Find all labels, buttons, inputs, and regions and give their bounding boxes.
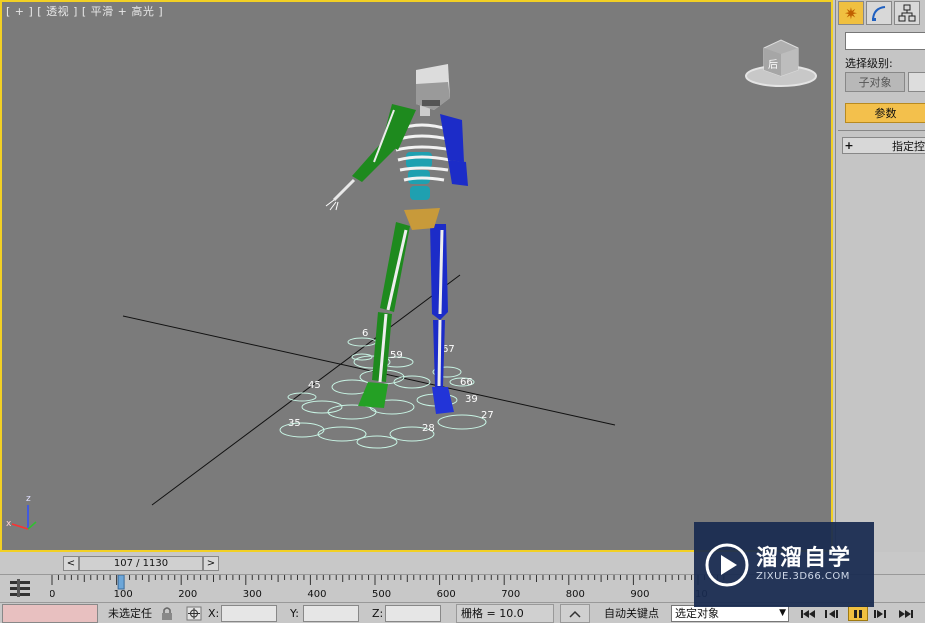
goto-start-button[interactable] <box>798 606 818 621</box>
ruler-tick-label: 500 <box>372 589 391 600</box>
watermark: 溜溜自学 ZIXUE.3D66.COM <box>694 522 874 607</box>
prev-frame-button[interactable] <box>822 606 842 621</box>
axis-tripod: z x <box>6 494 37 530</box>
panel-divider <box>838 130 925 131</box>
prev-frame-icon <box>825 609 838 618</box>
x-label: X: <box>208 607 220 620</box>
hierarchy-icon <box>898 4 916 22</box>
svg-text:28: 28 <box>422 423 435 434</box>
absolute-mode-icon[interactable] <box>186 606 202 621</box>
track-view-icon[interactable] <box>8 578 32 598</box>
ruler-tick-label: 600 <box>437 589 456 600</box>
selection-set-value: 选定对象 <box>675 607 719 620</box>
command-panel: ✷ 选择级别: 子对象 参数 + 指定控 <box>835 0 925 552</box>
current-frame-marker[interactable] <box>117 575 125 590</box>
ruler-tick-label: 0 <box>50 589 55 600</box>
svg-text:z: z <box>26 494 31 504</box>
y-label: Y: <box>290 607 299 620</box>
auto-key-button[interactable]: 自动关键点 <box>604 604 668 623</box>
ruler-tick-label: 200 <box>178 589 197 600</box>
next-frame-button[interactable] <box>870 606 890 621</box>
watermark-title: 溜溜自学 <box>756 546 853 571</box>
ruler-tick-label: 900 <box>630 589 649 600</box>
scene-canvas[interactable]: 6 59 67 45 66 35 27 39 28 z x <box>2 2 833 552</box>
viewport-label[interactable]: [ + ] [ 透视 ] [ 平滑 + 高光 ] <box>6 3 163 19</box>
frame-ruler[interactable]: 010020030040050060070080090010 <box>50 575 730 603</box>
create-tab[interactable]: ✷ <box>838 1 864 25</box>
goto-start-icon <box>801 609 815 618</box>
sub-object-button[interactable]: 子对象 <box>845 72 905 92</box>
ruler-tick-label: 400 <box>307 589 326 600</box>
svg-text:35: 35 <box>288 418 301 429</box>
watermark-url: ZIXUE.3D66.COM <box>756 571 850 582</box>
selection-level-label: 选择级别: <box>845 57 893 70</box>
svg-text:59: 59 <box>390 350 403 361</box>
modify-tab[interactable] <box>866 1 892 25</box>
rollout-label: 指定控 <box>892 139 925 153</box>
play-icon <box>854 609 862 618</box>
time-slider-thumb[interactable]: 107 / 1130 <box>80 557 202 570</box>
next-frame-icon <box>874 609 886 618</box>
z-label: Z: <box>372 607 384 620</box>
chevron-down-icon: ▼ <box>779 608 786 618</box>
maxscript-listener[interactable] <box>2 604 98 623</box>
svg-text:39: 39 <box>465 394 478 405</box>
selection-status-text: 未选定任 <box>108 607 152 620</box>
ruler-tick-label: 700 <box>501 589 520 600</box>
grid-size-display: 栅格 = 10.0 <box>456 604 554 623</box>
goto-end-icon <box>899 609 913 618</box>
grid-axis-line <box>151 274 461 506</box>
skeleton-character <box>325 64 468 414</box>
y-coord-field[interactable] <box>303 605 359 622</box>
goto-end-button[interactable] <box>896 606 916 621</box>
perspective-viewport[interactable]: 6 59 67 45 66 35 27 39 28 z x [+] [透视… <box>0 0 833 552</box>
key-icon <box>569 610 581 618</box>
grid-axis-line <box>122 315 616 426</box>
selection-set-dropdown[interactable]: 选定对象 ▼ <box>671 605 789 622</box>
parameters-button[interactable]: 参数 <box>845 103 925 123</box>
x-coord-field[interactable] <box>221 605 277 622</box>
ruler-tick-label: 300 <box>243 589 262 600</box>
create-icon: ✷ <box>844 3 858 23</box>
key-filter-button[interactable] <box>560 604 590 623</box>
object-name-field[interactable] <box>845 32 925 50</box>
ruler-tick-label: 100 <box>114 589 133 600</box>
z-coord-field[interactable] <box>385 605 441 622</box>
expand-icon: + <box>844 139 854 152</box>
svg-text:x: x <box>6 519 12 529</box>
play-button[interactable] <box>848 606 868 621</box>
hierarchy-tab[interactable] <box>894 1 920 25</box>
command-panel-tabs: ✷ <box>836 0 925 26</box>
play-logo-icon <box>705 543 749 587</box>
modify-icon <box>872 6 886 21</box>
time-next-button[interactable]: > <box>203 556 219 571</box>
svg-text:后: 后 <box>768 59 778 71</box>
viewcube[interactable]: 后 <box>744 36 818 90</box>
svg-text:6: 6 <box>362 328 368 339</box>
sub-object-dropdown[interactable] <box>908 72 925 92</box>
assign-controller-rollout[interactable]: + 指定控 <box>842 137 925 154</box>
time-prev-button[interactable]: < <box>63 556 79 571</box>
ruler-tick-label: 800 <box>566 589 585 600</box>
svg-text:27: 27 <box>481 410 494 421</box>
lock-icon[interactable] <box>160 606 174 621</box>
footstep-labels: 6 59 67 45 66 35 27 39 28 <box>288 328 494 434</box>
svg-text:45: 45 <box>308 380 321 391</box>
svg-text:66: 66 <box>460 377 473 388</box>
